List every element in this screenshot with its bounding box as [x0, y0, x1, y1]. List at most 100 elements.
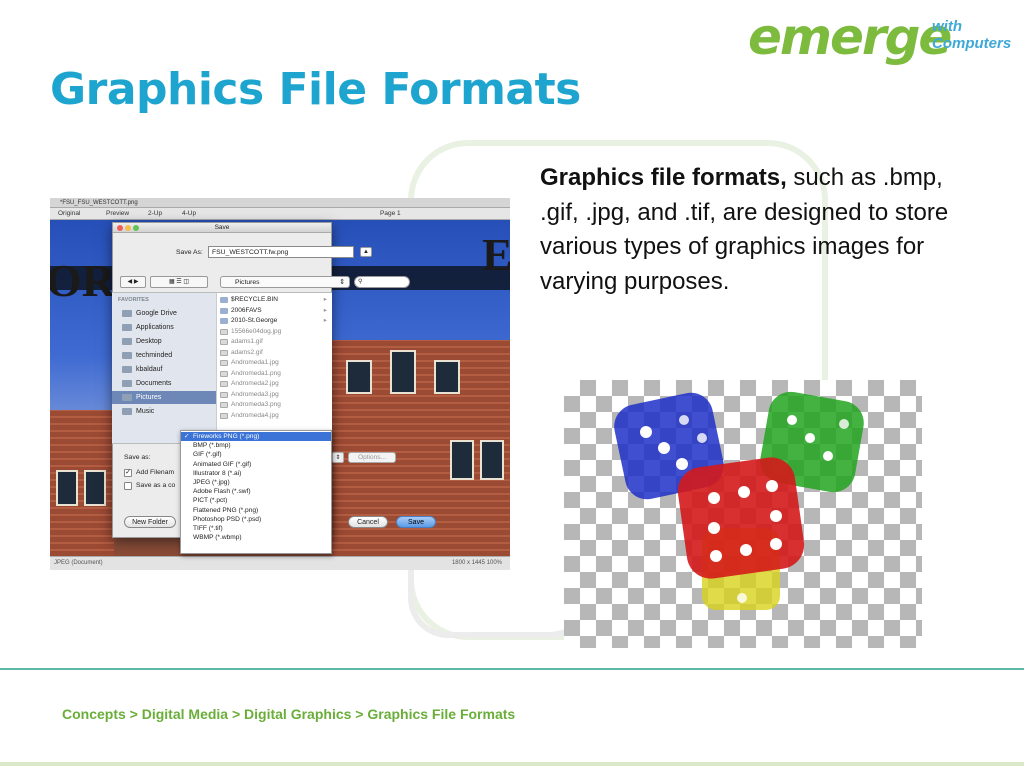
menu-item-flash[interactable]: Adobe Flash (*.swf) [181, 487, 331, 496]
save-as-copy-label: Save as a co [136, 482, 176, 489]
file-name: Andromeda1.png [231, 369, 281, 377]
pictures-icon [122, 394, 132, 401]
menu-item-illustrator[interactable]: Illustrator 8 (*.ai) [181, 469, 331, 478]
status-bar: JPEG (Document) 1800 x 1445 100% [50, 556, 510, 570]
file-name: 2006FAVS [231, 306, 262, 314]
list-item[interactable]: $RECYCLE.BIN ▸ [217, 295, 333, 306]
menu-item-pict[interactable]: PICT (*.pct) [181, 496, 331, 505]
menu-item-psd[interactable]: Photoshop PSD (*.psd) [181, 515, 331, 524]
sidebar-item-label: Applications [136, 324, 174, 331]
list-item[interactable]: 2010-St.George ▸ [217, 316, 333, 327]
filename-input[interactable]: FSU_WESTCOTT.fw.png [208, 246, 354, 258]
add-filename-checkbox[interactable]: ✓ [124, 469, 132, 477]
slide-title: Graphics File Formats [50, 64, 581, 115]
list-item[interactable]: Andromeda2.jpg [217, 379, 333, 390]
location-select[interactable]: Pictures ⇕ [220, 276, 350, 288]
cancel-button[interactable]: Cancel [348, 516, 388, 528]
file-list: $RECYCLE.BIN ▸ 2006FAVS ▸ 2010-St.George ▸ … [216, 292, 332, 444]
chevron-right-icon: ▸ [323, 317, 327, 324]
search-field[interactable]: ⚲ [354, 276, 410, 288]
transparent-dice-image [564, 380, 922, 648]
list-item[interactable]: Andromeda1.jpg [217, 358, 333, 369]
list-item[interactable]: 2006FAVS ▸ [217, 306, 333, 317]
tab-2-up[interactable]: 2-Up [148, 210, 162, 217]
image-file-icon [220, 412, 228, 419]
folder-icon [122, 310, 132, 317]
list-item[interactable]: Andromeda3.png [217, 400, 333, 411]
body-term: Graphics file formats, [540, 164, 787, 191]
body-paragraph: Graphics file formats, such as .bmp, .gi… [540, 161, 950, 299]
file-name: Andromeda3.jpg [231, 390, 279, 398]
save-button[interactable]: Save [396, 516, 436, 528]
list-item[interactable]: 15566e04dog.jpg [217, 327, 333, 338]
menu-item-tiff[interactable]: TIFF (*.tif) [181, 524, 331, 533]
red-die [677, 457, 805, 579]
sidebar-item-desktop[interactable]: Desktop [112, 335, 216, 348]
building-window [434, 360, 460, 394]
format-select-stepper[interactable]: ⇕ [332, 452, 344, 463]
save-as-type-label: Save as: [124, 454, 151, 461]
menu-item-animated-gif[interactable]: Animated GIF (*.gif) [181, 460, 331, 469]
logo-wordmark: emerge [748, 8, 952, 66]
list-item[interactable]: adams2.gif [217, 348, 333, 359]
view-mode-buttons[interactable]: ▦ ☰ ◫ [150, 276, 208, 288]
tab-original[interactable]: Original [58, 210, 80, 217]
save-as-copy-checkbox[interactable] [124, 482, 132, 490]
file-name: adams1.gif [231, 338, 263, 345]
list-item[interactable]: Andromeda3.jpg [217, 390, 333, 401]
image-file-icon [220, 328, 228, 335]
menu-item-jpeg[interactable]: JPEG (*.jpg) [181, 478, 331, 487]
menu-item-bmp[interactable]: BMP (*.bmp) [181, 441, 331, 450]
building-window [390, 350, 416, 394]
tab-preview[interactable]: Preview [106, 210, 129, 217]
chevron-updown-icon: ⇕ [339, 279, 345, 286]
sidebar-item-label: techminded [136, 352, 173, 359]
tab-4-up[interactable]: 4-Up [182, 210, 196, 217]
image-file-icon [220, 360, 228, 366]
file-name: $RECYCLE.BIN [231, 296, 278, 303]
sidebar-item-google-drive[interactable]: Google Drive [112, 307, 216, 320]
applications-icon [122, 324, 132, 331]
menu-item-wbmp[interactable]: WBMP (*.wbmp) [181, 533, 331, 542]
sidebar-item-applications[interactable]: Applications [112, 321, 216, 334]
menu-item-fireworks-png[interactable]: Fireworks PNG (*.png) [181, 432, 331, 441]
document-type-status: JPEG (Document) [54, 560, 103, 566]
options-button[interactable]: Options... [348, 452, 396, 463]
sidebar-item-techminded[interactable]: techminded [112, 349, 216, 362]
sidebar-item-label: Desktop [136, 338, 162, 345]
music-icon [122, 408, 132, 415]
sidebar-item-documents[interactable]: Documents [112, 377, 216, 390]
window-titlebar: *FSU_FSU_WESTCOTT.png [50, 198, 510, 208]
format-dropdown-menu[interactable]: Fireworks PNG (*.png) BMP (*.bmp) GIF (*… [180, 430, 332, 554]
expand-dialog-button[interactable]: ▲ [360, 247, 372, 257]
list-item[interactable]: Andromeda1.png [217, 369, 333, 380]
image-file-icon [220, 349, 228, 356]
folder-icon [220, 297, 228, 303]
menu-item-flattened-png[interactable]: Flattened PNG (*.png) [181, 506, 331, 515]
image-file-icon [220, 339, 228, 345]
list-item[interactable]: Andromeda4.jpg [217, 411, 333, 422]
list-item[interactable]: adams1.gif [217, 337, 333, 348]
arch-letters-right: E [482, 229, 510, 280]
logo-tagline-with: with [932, 18, 962, 35]
building-window [480, 440, 504, 480]
menu-item-gif[interactable]: GIF (*.gif) [181, 450, 331, 459]
breadcrumb: Concepts > Digital Media > Digital Graph… [62, 706, 516, 722]
file-name: 15566e04dog.jpg [231, 327, 282, 335]
page-indicator: Page 1 [380, 210, 401, 217]
sidebar-item-label: kbaldauf [136, 366, 163, 373]
emerge-logo: emerge with Computers [748, 8, 1014, 66]
sidebar-item-pictures[interactable]: Pictures [112, 391, 216, 404]
desktop-icon [122, 338, 132, 345]
chevron-right-icon: ▸ [323, 306, 327, 314]
logo-tagline-computers: Computers [932, 35, 1012, 52]
file-name: 2010-St.George [231, 317, 278, 324]
building-window [450, 440, 474, 480]
back-forward-buttons[interactable]: ◀ ▶ [120, 276, 146, 288]
sidebar-item-music[interactable]: Music [112, 405, 216, 418]
new-folder-button[interactable]: New Folder [124, 516, 176, 528]
sidebar-item-kbaldauf[interactable]: kbaldauf [112, 363, 216, 376]
image-file-icon [220, 381, 228, 387]
file-name: Andromeda2.jpg [231, 380, 279, 387]
folder-icon [220, 318, 228, 324]
